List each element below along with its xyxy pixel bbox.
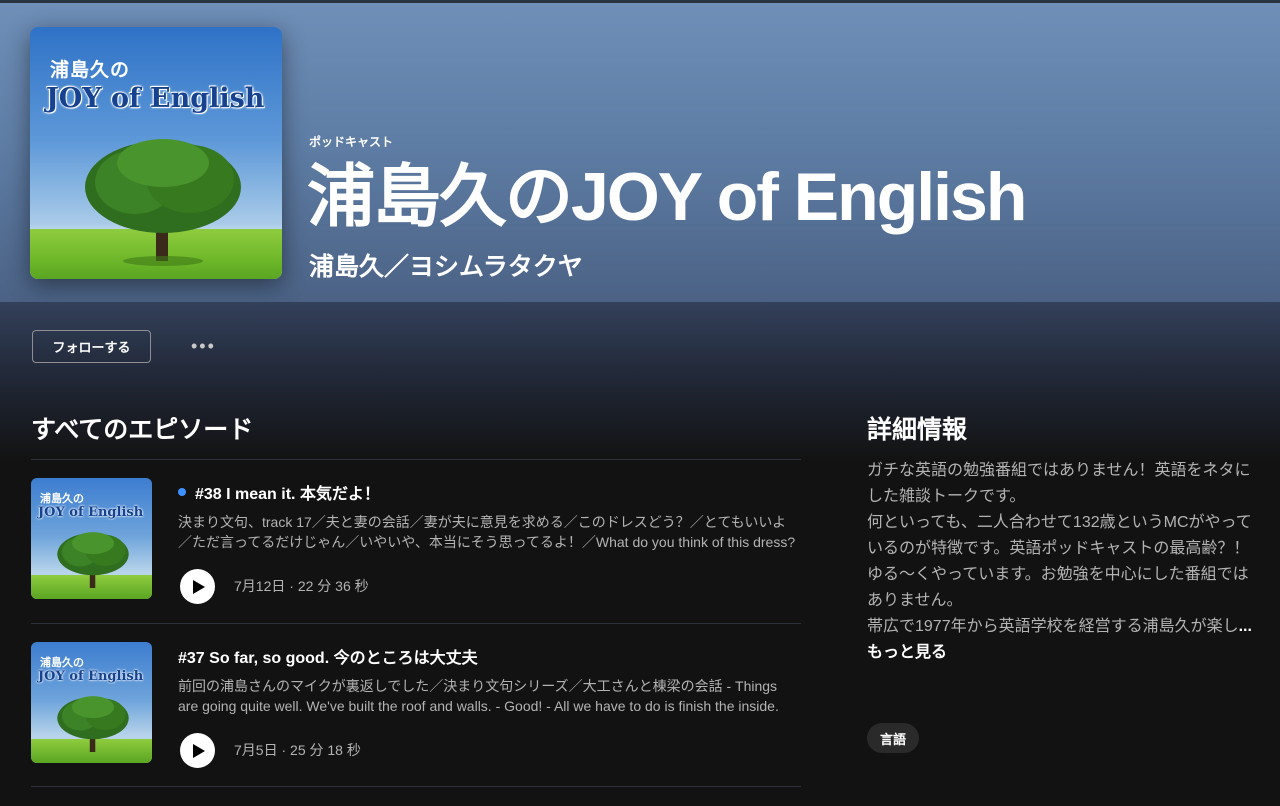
follow-button[interactable]: フォローする [32, 330, 151, 363]
thumb-title: JOY of English [38, 505, 144, 520]
episode-title-text[interactable]: #38 I mean it. 本気だよ！ [195, 480, 380, 504]
podcast-author[interactable]: 浦島久／ヨシムラタクヤ [309, 247, 583, 283]
description-line-text: 帯広で1977年から英語学校を経営する浦島久が楽し [867, 618, 1239, 635]
episode-row[interactable]: 浦島久の JOY of English #38 I mean it. 本気だよ！… [31, 478, 801, 642]
divider [31, 459, 801, 460]
details-title: 詳細情報 [867, 416, 968, 444]
episode-description: 前回の浦島さんのマイクが裏返しでした／決まり文句シリーズ／大工さんと棟梁の会話 … [178, 678, 779, 714]
description-line: 何といっても、二人合わせて132歳というMCがやっているのが特徴です。英語ポッド… [867, 514, 1252, 557]
description-line: 帯広で1977年から英語学校を経営する浦島久が楽し... もっと見る [867, 614, 1257, 666]
divider [31, 623, 801, 624]
more-options-icon[interactable]: ••• [191, 337, 216, 355]
play-icon [193, 743, 205, 758]
episode-thumbnail[interactable]: 浦島久の JOY of English [31, 642, 152, 763]
episode-date: 7月12日 [234, 578, 286, 594]
episode-thumbnail[interactable]: 浦島久の JOY of English [31, 478, 152, 599]
tree-icon [57, 696, 129, 753]
divider [31, 786, 801, 787]
cover-subtitle: 浦島久の [50, 60, 131, 81]
play-button[interactable] [180, 569, 215, 604]
episode-title[interactable]: #38 I mean it. 本気だよ！ [178, 480, 380, 504]
tree-icon [85, 139, 241, 266]
play-icon [193, 579, 205, 594]
play-button[interactable] [180, 733, 215, 768]
episode-duration: 22 分 36 秒 [297, 578, 369, 594]
content-type-label: ポッドキャスト [309, 135, 394, 149]
episode-title[interactable]: #37 So far, so good. 今のところは大丈夫 [178, 644, 478, 668]
thumb-title: JOY of English [38, 669, 144, 684]
episode-date: 7月5日 [234, 742, 278, 758]
episode-row[interactable]: 浦島久の JOY of English #37 So far, so good.… [31, 642, 801, 806]
episode-meta: 7月12日 · 22 分 36 秒 [234, 578, 369, 594]
category-tag[interactable]: 言語 [867, 723, 920, 753]
page-title: 浦島久のJOY of English [307, 159, 1027, 235]
cover-title: JOY of English [46, 83, 265, 114]
unplayed-dot-icon [178, 488, 186, 496]
podcast-header: 浦島久の JOY of English ポッドキャスト 浦島久のJOY of E… [0, 3, 1280, 302]
thumb-subtitle: 浦島久の [40, 493, 84, 505]
description-line: ガチな英語の勉強番組ではありません！英語をネタにした雑談トークです。 [867, 462, 1251, 505]
tree-icon [57, 532, 129, 589]
episodes-section-title: すべてのエピソード [31, 416, 254, 444]
podcast-cover-art: 浦島久の JOY of English [30, 27, 282, 279]
episode-meta: 7月5日 · 25 分 18 秒 [234, 742, 361, 758]
episode-title-text[interactable]: #37 So far, so good. 今のところは大丈夫 [178, 644, 478, 668]
episode-duration: 25 分 18 秒 [290, 742, 361, 758]
description-line: ゆる〜くやっています。お勉強を中心にした番組ではありません。 [867, 566, 1249, 609]
thumb-subtitle: 浦島久の [40, 657, 84, 669]
episode-description: 決まり文句、track 17／夫と妻の会話／妻が夫に意見を求める／このドレスどう… [178, 514, 796, 550]
podcast-description: ガチな英語の勉強番組ではありません！英語をネタにした雑談トークです。 何といって… [867, 458, 1257, 666]
